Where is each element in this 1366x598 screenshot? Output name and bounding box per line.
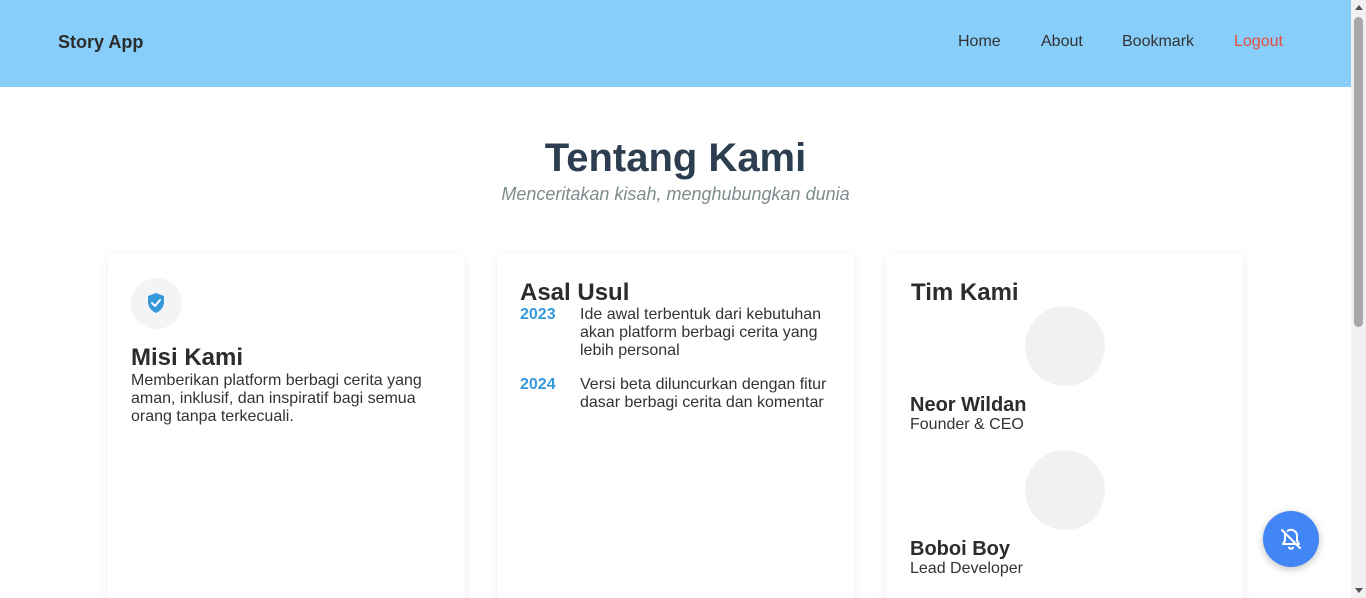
brand-logo[interactable]: Story App bbox=[58, 32, 143, 53]
scrollbar[interactable] bbox=[1351, 0, 1366, 598]
origin-heading: Asal Usul bbox=[520, 279, 630, 306]
page-subtitle: Menceritakan kisah, menghubungkan dunia bbox=[501, 184, 850, 204]
team-member: Neor Wildan Founder & CEO bbox=[910, 306, 1230, 441]
nav-link-bookmark[interactable]: Bookmark bbox=[1122, 33, 1194, 51]
mission-card: Misi Kami Memberikan platform berbagi ce… bbox=[108, 254, 465, 598]
member-name: Boboi Boy bbox=[910, 538, 1010, 560]
scrollbar-thumb[interactable] bbox=[1354, 17, 1363, 327]
navbar: Story App Home About Bookmark Logout bbox=[0, 0, 1351, 87]
avatar bbox=[1025, 450, 1105, 530]
nav-link-home[interactable]: Home bbox=[958, 33, 1001, 51]
notification-toggle-button[interactable] bbox=[1263, 511, 1319, 567]
timeline-year: 2024 bbox=[520, 376, 556, 393]
member-role: Founder & CEO bbox=[910, 416, 1024, 433]
member-role: Lead Developer bbox=[910, 560, 1023, 577]
scroll-up-arrow-icon[interactable] bbox=[1355, 5, 1363, 10]
scroll-down-arrow-icon[interactable] bbox=[1355, 588, 1363, 593]
member-name: Neor Wildan bbox=[910, 394, 1027, 416]
team-member: Boboi Boy Lead Developer bbox=[910, 450, 1230, 585]
logout-link[interactable]: Logout bbox=[1234, 33, 1283, 51]
nav-link-about[interactable]: About bbox=[1041, 33, 1083, 51]
shield-icon-badge bbox=[131, 278, 182, 329]
timeline-text: Ide awal terbentuk dari kebutuhan akan p… bbox=[580, 306, 822, 359]
page-title: Tentang Kami bbox=[544, 136, 807, 180]
avatar bbox=[1025, 306, 1105, 386]
mission-text: Memberikan platform berbagi cerita yang … bbox=[131, 372, 422, 425]
page: Story App Home About Bookmark Logout Ten… bbox=[0, 0, 1351, 598]
bell-off-icon bbox=[1281, 528, 1301, 550]
team-heading: Tim Kami bbox=[911, 279, 1019, 306]
shield-check-icon bbox=[148, 293, 164, 313]
timeline-year: 2023 bbox=[520, 306, 556, 323]
origin-card: Asal Usul 2023 Ide awal terbentuk dari k… bbox=[497, 254, 854, 598]
mission-heading: Misi Kami bbox=[131, 344, 244, 371]
team-card: Tim Kami Neor Wildan Founder & CEO Boboi… bbox=[886, 254, 1243, 598]
timeline-text: Versi beta diluncurkan dengan fitur dasa… bbox=[580, 376, 827, 411]
